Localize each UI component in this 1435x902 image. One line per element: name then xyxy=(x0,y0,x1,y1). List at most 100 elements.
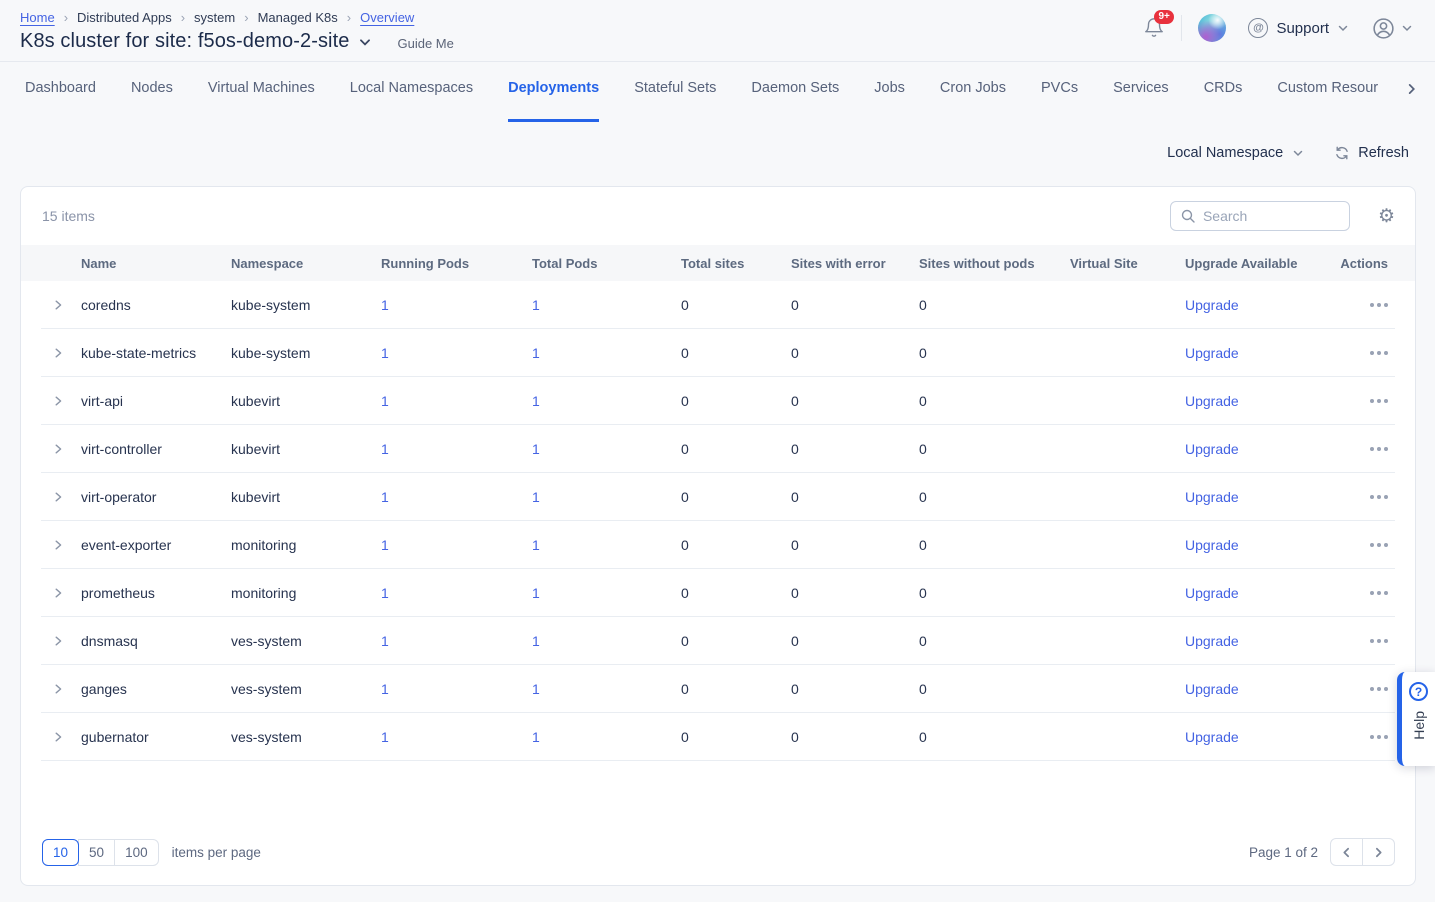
row-expander-icon[interactable] xyxy=(41,395,81,407)
row-expander-icon[interactable] xyxy=(41,731,81,743)
tab-deployments[interactable]: Deployments xyxy=(508,76,599,122)
tab-virtual-machines[interactable]: Virtual Machines xyxy=(208,76,315,122)
cell-sites-with-error: 0 xyxy=(791,345,919,361)
total-pods-link[interactable]: 1 xyxy=(532,345,540,361)
running-pods-link[interactable]: 1 xyxy=(381,681,389,697)
breadcrumb-item[interactable]: Managed K8s xyxy=(258,10,338,25)
row-actions-menu-icon[interactable] xyxy=(1370,489,1388,505)
total-pods-link[interactable]: 1 xyxy=(532,489,540,505)
prev-page-button[interactable] xyxy=(1330,838,1363,866)
total-pods-link[interactable]: 1 xyxy=(532,393,540,409)
row-actions-menu-icon[interactable] xyxy=(1370,729,1388,745)
running-pods-link[interactable]: 1 xyxy=(381,633,389,649)
table-row: kube-state-metrics kube-system 1 1 0 0 0… xyxy=(21,329,1415,377)
row-actions-menu-icon[interactable] xyxy=(1370,297,1388,313)
tab-crds[interactable]: CRDs xyxy=(1204,76,1243,122)
row-expander-icon[interactable] xyxy=(41,347,81,359)
total-pods-link[interactable]: 1 xyxy=(532,681,540,697)
column-header: Sites with error xyxy=(791,256,919,271)
row-actions-menu-icon[interactable] xyxy=(1370,681,1388,697)
upgrade-link[interactable]: Upgrade xyxy=(1185,297,1239,313)
cell-sites-without-pods: 0 xyxy=(919,441,1070,457)
upgrade-link[interactable]: Upgrade xyxy=(1185,345,1239,361)
breadcrumb-item[interactable]: Home xyxy=(20,10,55,25)
row-expander-icon[interactable] xyxy=(41,299,81,311)
column-header: Running Pods xyxy=(381,256,532,271)
tab-jobs[interactable]: Jobs xyxy=(874,76,905,122)
total-pods-link[interactable]: 1 xyxy=(532,441,540,457)
cell-sites-with-error: 0 xyxy=(791,585,919,601)
upgrade-link[interactable]: Upgrade xyxy=(1185,441,1239,457)
row-actions-menu-icon[interactable] xyxy=(1370,633,1388,649)
breadcrumb-item[interactable]: system xyxy=(194,10,235,25)
total-pods-link[interactable]: 1 xyxy=(532,729,540,745)
user-icon xyxy=(1371,16,1396,41)
row-expander-icon[interactable] xyxy=(41,635,81,647)
running-pods-link[interactable]: 1 xyxy=(381,537,389,553)
column-header: Virtual Site xyxy=(1070,256,1185,271)
items-per-page-label: items per page xyxy=(172,845,261,860)
row-actions-menu-icon[interactable] xyxy=(1370,585,1388,601)
running-pods-link[interactable]: 1 xyxy=(381,297,389,313)
tabs-overflow-button[interactable] xyxy=(1387,76,1435,110)
support-at-icon: @ xyxy=(1248,18,1268,38)
total-pods-link[interactable]: 1 xyxy=(532,585,540,601)
upgrade-link[interactable]: Upgrade xyxy=(1185,537,1239,553)
help-tab[interactable]: ? Help xyxy=(1397,672,1435,766)
upgrade-link[interactable]: Upgrade xyxy=(1185,585,1239,601)
tab-local-namespaces[interactable]: Local Namespaces xyxy=(350,76,473,122)
breadcrumb-item[interactable]: Distributed Apps xyxy=(77,10,172,25)
page-size-group: 1050100 xyxy=(42,839,159,866)
upgrade-link[interactable]: Upgrade xyxy=(1185,729,1239,745)
running-pods-link[interactable]: 1 xyxy=(381,585,389,601)
title-chevron-down-icon[interactable] xyxy=(358,35,372,49)
running-pods-link[interactable]: 1 xyxy=(381,345,389,361)
page-size-50-button[interactable]: 50 xyxy=(78,839,115,866)
support-menu[interactable]: @ Support xyxy=(1248,18,1349,38)
page-size-10-button[interactable]: 10 xyxy=(42,839,79,866)
tab-dashboard[interactable]: Dashboard xyxy=(25,76,96,122)
cell-namespace: kube-system xyxy=(231,345,381,361)
namespace-selector[interactable]: Local Namespace xyxy=(1167,145,1304,161)
total-pods-link[interactable]: 1 xyxy=(532,537,540,553)
row-actions-menu-icon[interactable] xyxy=(1370,393,1388,409)
upgrade-link[interactable]: Upgrade xyxy=(1185,681,1239,697)
row-expander-icon[interactable] xyxy=(41,683,81,695)
tab-stateful-sets[interactable]: Stateful Sets xyxy=(634,76,716,122)
next-page-button[interactable] xyxy=(1362,838,1395,866)
search-input[interactable] xyxy=(1203,208,1333,224)
tab-nodes[interactable]: Nodes xyxy=(131,76,173,122)
breadcrumb-item[interactable]: Overview xyxy=(360,10,414,25)
row-actions-menu-icon[interactable] xyxy=(1370,537,1388,553)
workspace-avatar[interactable] xyxy=(1198,14,1226,42)
upgrade-link[interactable]: Upgrade xyxy=(1185,633,1239,649)
settings-gear-icon[interactable]: ⚙ xyxy=(1378,207,1395,226)
notifications-bell-icon[interactable]: 9+ xyxy=(1143,17,1165,39)
row-expander-icon[interactable] xyxy=(41,491,81,503)
row-expander-icon[interactable] xyxy=(41,587,81,599)
upgrade-link[interactable]: Upgrade xyxy=(1185,489,1239,505)
cell-sites-without-pods: 0 xyxy=(919,393,1070,409)
upgrade-link[interactable]: Upgrade xyxy=(1185,393,1239,409)
tab-cron-jobs[interactable]: Cron Jobs xyxy=(940,76,1006,122)
refresh-button[interactable]: Refresh xyxy=(1334,145,1409,161)
running-pods-link[interactable]: 1 xyxy=(381,729,389,745)
row-expander-icon[interactable] xyxy=(41,443,81,455)
tab-daemon-sets[interactable]: Daemon Sets xyxy=(751,76,839,122)
running-pods-link[interactable]: 1 xyxy=(381,441,389,457)
running-pods-link[interactable]: 1 xyxy=(381,393,389,409)
running-pods-link[interactable]: 1 xyxy=(381,489,389,505)
chevron-down-icon xyxy=(1401,22,1413,34)
tab-custom-resour[interactable]: Custom Resour xyxy=(1277,76,1378,122)
tab-pvcs[interactable]: PVCs xyxy=(1041,76,1078,122)
row-expander-icon[interactable] xyxy=(41,539,81,551)
column-header: Total Pods xyxy=(532,256,681,271)
tab-services[interactable]: Services xyxy=(1113,76,1169,122)
account-menu[interactable] xyxy=(1371,16,1413,41)
row-actions-menu-icon[interactable] xyxy=(1370,345,1388,361)
guide-me-link[interactable]: Guide Me xyxy=(397,36,453,51)
total-pods-link[interactable]: 1 xyxy=(532,297,540,313)
total-pods-link[interactable]: 1 xyxy=(532,633,540,649)
page-size-100-button[interactable]: 100 xyxy=(114,839,159,866)
row-actions-menu-icon[interactable] xyxy=(1370,441,1388,457)
